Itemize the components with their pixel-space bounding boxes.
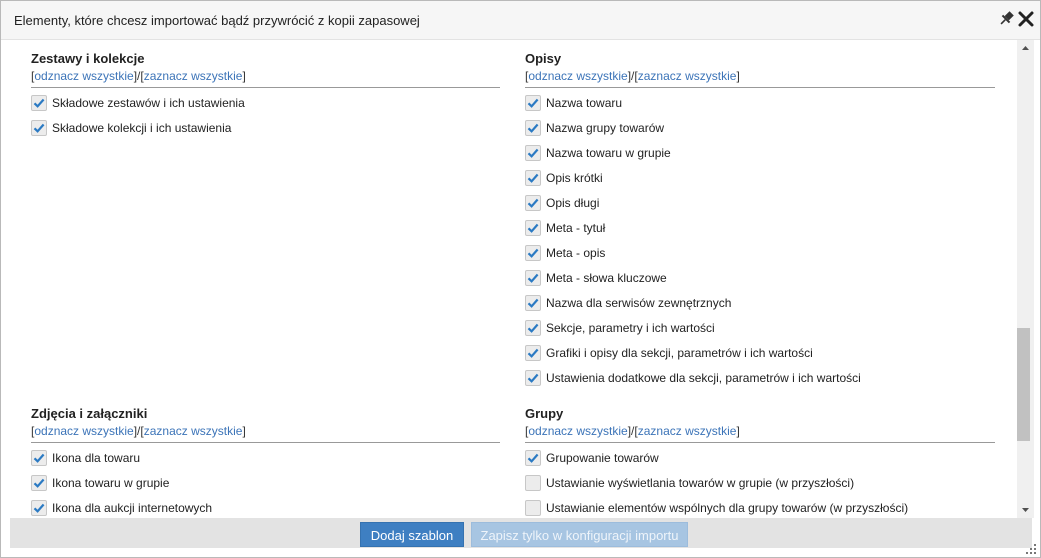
save-config-only-button[interactable]: Zapisz tylko w konfiguracji importu: [471, 522, 688, 547]
section-descriptions: Opisy [odznacz wszystkie]/[zaznacz wszys…: [525, 51, 995, 391]
dialog-title: Elementy, które chcesz importować bądź p…: [14, 13, 420, 28]
section-divider: [525, 87, 995, 88]
checkbox[interactable]: [525, 345, 541, 361]
section-images-attachments: Zdjęcia i załączniki [odznacz wszystkie]…: [31, 406, 501, 518]
section-divider: [525, 442, 995, 443]
section-title: Grupy: [525, 406, 564, 421]
checkbox[interactable]: [525, 220, 541, 236]
chevron-down-icon[interactable]: [1017, 501, 1034, 518]
deselect-all-link[interactable]: odznacz wszystkie: [528, 69, 627, 83]
title-bar: Elementy, które chcesz importować bądź p…: [1, 1, 1040, 40]
checkbox-label: Ustawianie wyświetlania towarów w grupie…: [546, 476, 855, 490]
checkmark-icon: [527, 298, 539, 308]
checkbox-label: Ustawianie elementów wspólnych dla grupy…: [546, 501, 909, 515]
checkbox-label: Meta - słowa kluczowe: [546, 271, 667, 285]
checkbox-label: Grupowanie towarów: [546, 451, 659, 465]
checkbox[interactable]: [525, 500, 541, 516]
select-all-link[interactable]: zaznacz wszystkie: [638, 69, 737, 83]
checkbox[interactable]: [525, 320, 541, 336]
section-links: [odznacz wszystkie]/[zaznacz wszystkie]: [525, 69, 740, 83]
checkmark-icon: [33, 98, 45, 108]
checkmark-icon: [527, 98, 539, 108]
checkbox[interactable]: [525, 195, 541, 211]
checkbox[interactable]: [525, 120, 541, 136]
select-all-link[interactable]: zaznacz wszystkie: [638, 424, 737, 438]
resize-grip-icon[interactable]: [1025, 542, 1037, 554]
checkbox-label: Meta - tytuł: [546, 221, 606, 235]
checkbox[interactable]: [525, 450, 541, 466]
checkbox-label: Meta - opis: [546, 246, 606, 260]
checkbox-label: Nazwa towaru w grupie: [546, 146, 671, 160]
checkbox[interactable]: [525, 245, 541, 261]
checkmark-icon: [33, 453, 45, 463]
checkbox-label: Nazwa dla serwisów zewnętrznych: [546, 296, 732, 310]
checkmark-icon: [527, 453, 539, 463]
checkmark-icon: [527, 273, 539, 283]
checkbox-label: Ikona dla towaru: [52, 451, 141, 465]
checkmark-icon: [527, 348, 539, 358]
checkmark-icon: [527, 198, 539, 208]
checkmark-icon: [527, 373, 539, 383]
section-title: Zdjęcia i załączniki: [31, 406, 148, 421]
add-template-button[interactable]: Dodaj szablon: [360, 522, 464, 547]
checkbox[interactable]: [31, 500, 47, 516]
checkbox-label: Nazwa grupy towarów: [546, 121, 665, 135]
section-divider: [31, 87, 500, 88]
close-icon[interactable]: [1016, 9, 1036, 29]
section-groups: Grupy [odznacz wszystkie]/[zaznacz wszys…: [525, 406, 995, 518]
checkmark-icon: [527, 248, 539, 258]
section-links: [odznacz wszystkie]/[zaznacz wszystkie]: [31, 69, 246, 83]
deselect-all-link[interactable]: odznacz wszystkie: [34, 69, 133, 83]
checkbox[interactable]: [525, 370, 541, 386]
checkmark-icon: [33, 478, 45, 488]
checkbox-label: Grafiki i opisy dla sekcji, parametrów i…: [546, 346, 813, 360]
checkbox[interactable]: [31, 450, 47, 466]
checkbox[interactable]: [525, 95, 541, 111]
checkmark-icon: [33, 123, 45, 133]
checkbox-label: Opis długi: [546, 196, 600, 210]
section-divider: [31, 442, 500, 443]
import-dialog: Elementy, które chcesz importować bądź p…: [0, 0, 1041, 558]
dialog-footer: Dodaj szablon Zapisz tylko w konfiguracj…: [10, 518, 1032, 548]
checkbox[interactable]: [525, 145, 541, 161]
checkbox-label: Ikona dla aukcji internetowych: [52, 501, 213, 515]
checkbox[interactable]: [31, 95, 47, 111]
select-all-link[interactable]: zaznacz wszystkie: [144, 69, 243, 83]
section-sets-collections: Zestawy i kolekcje [odznacz wszystkie]/[…: [31, 51, 501, 391]
checkmark-icon: [527, 173, 539, 183]
checkmark-icon: [527, 148, 539, 158]
sections-area: Zestawy i kolekcje [odznacz wszystkie]/[…: [1, 40, 1017, 518]
section-title: Opisy: [525, 51, 562, 66]
checkbox[interactable]: [525, 475, 541, 491]
select-all-link[interactable]: zaznacz wszystkie: [144, 424, 243, 438]
checkbox[interactable]: [31, 120, 47, 136]
section-title: Zestawy i kolekcje: [31, 51, 145, 66]
scrollbar-thumb[interactable]: [1017, 328, 1030, 441]
checkbox-label: Ustawienia dodatkowe dla sekcji, paramet…: [546, 371, 861, 385]
checkbox[interactable]: [525, 295, 541, 311]
chevron-up-icon[interactable]: [1017, 40, 1034, 57]
deselect-all-link[interactable]: odznacz wszystkie: [528, 424, 627, 438]
checkmark-icon: [527, 123, 539, 133]
vertical-scrollbar[interactable]: [1017, 40, 1034, 518]
checkbox-label: Sekcje, parametry i ich wartości: [546, 321, 715, 335]
section-links: [odznacz wszystkie]/[zaznacz wszystkie]: [31, 424, 246, 438]
checkbox[interactable]: [525, 270, 541, 286]
checkbox-label: Ikona towaru w grupie: [52, 476, 170, 490]
checkbox[interactable]: [525, 170, 541, 186]
checkmark-icon: [33, 503, 45, 513]
checkbox-label: Opis krótki: [546, 171, 603, 185]
checkbox-label: Nazwa towaru: [546, 96, 623, 110]
checkmark-icon: [527, 223, 539, 233]
checkbox-label: Składowe kolekcji i ich ustawienia: [52, 121, 232, 135]
section-links: [odznacz wszystkie]/[zaznacz wszystkie]: [525, 424, 740, 438]
deselect-all-link[interactable]: odznacz wszystkie: [34, 424, 133, 438]
checkbox[interactable]: [31, 475, 47, 491]
pin-icon[interactable]: [996, 9, 1016, 29]
checkmark-icon: [527, 323, 539, 333]
checkbox-label: Składowe zestawów i ich ustawienia: [52, 96, 245, 110]
